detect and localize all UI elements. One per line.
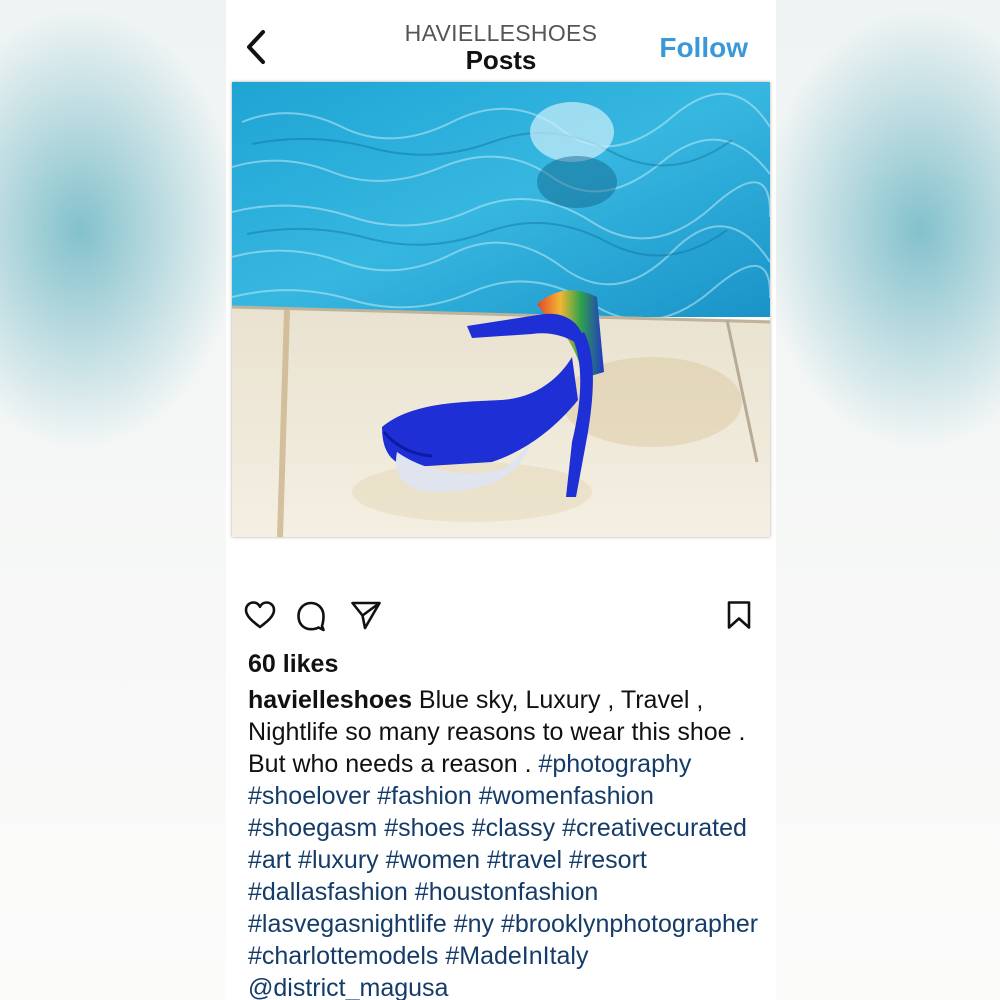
hashtag-link[interactable]: #women	[386, 846, 481, 874]
hashtag-link[interactable]: #creativecurated	[562, 814, 747, 842]
caption-hashtags: #photography #shoelover #fashion #womenf…	[248, 750, 758, 1000]
paper-plane-icon	[351, 601, 381, 630]
hashtag-link[interactable]: #brooklynphotographer	[501, 910, 758, 938]
comment-button[interactable]	[296, 600, 326, 637]
share-button[interactable]	[350, 600, 382, 635]
hashtag-link[interactable]: #shoelover	[248, 782, 370, 810]
hashtag-link[interactable]: #resort	[569, 846, 647, 874]
hashtag-link[interactable]: #shoegasm	[248, 814, 377, 842]
hashtag-link[interactable]: #shoes	[384, 814, 465, 842]
post-caption: havielleshoes Blue sky, Luxury , Travel …	[248, 684, 768, 1000]
like-button[interactable]	[244, 600, 276, 635]
post-image[interactable]	[232, 82, 770, 537]
mention-link[interactable]: @district_magusa	[248, 974, 448, 1000]
hashtag-link[interactable]: #travel	[487, 846, 562, 874]
caption-username[interactable]: havielleshoes	[248, 686, 412, 714]
heart-icon	[244, 601, 276, 629]
hashtag-link[interactable]: #houstonfashion	[415, 878, 598, 906]
hashtag-link[interactable]: #classy	[472, 814, 555, 842]
hashtag-link[interactable]: #fashion	[377, 782, 472, 810]
hashtag-link[interactable]: #luxury	[298, 846, 379, 874]
likes-count[interactable]: 60 likes	[248, 650, 338, 679]
hashtag-link[interactable]: #art	[248, 846, 291, 874]
header: HAVIELLESHOES Posts Follow	[226, 0, 776, 82]
bookmark-icon	[727, 601, 751, 629]
hashtag-link[interactable]: #dallasfashion	[248, 878, 408, 906]
follow-button[interactable]: Follow	[659, 32, 748, 64]
hashtag-link[interactable]: #photography	[538, 750, 691, 778]
phone-screen: HAVIELLESHOES Posts Follow 60 likes havi…	[226, 0, 776, 1000]
hashtag-link[interactable]: #womenfashion	[479, 782, 654, 810]
hashtag-link[interactable]: #charlottemodels	[248, 942, 438, 970]
save-button[interactable]	[726, 600, 752, 635]
hashtag-link[interactable]: #lasvegasnightlife	[248, 910, 447, 938]
hashtag-link[interactable]: #MadeInItaly	[445, 942, 588, 970]
post-actions	[244, 600, 752, 634]
comment-icon	[297, 601, 325, 632]
hashtag-link[interactable]: #ny	[454, 910, 494, 938]
